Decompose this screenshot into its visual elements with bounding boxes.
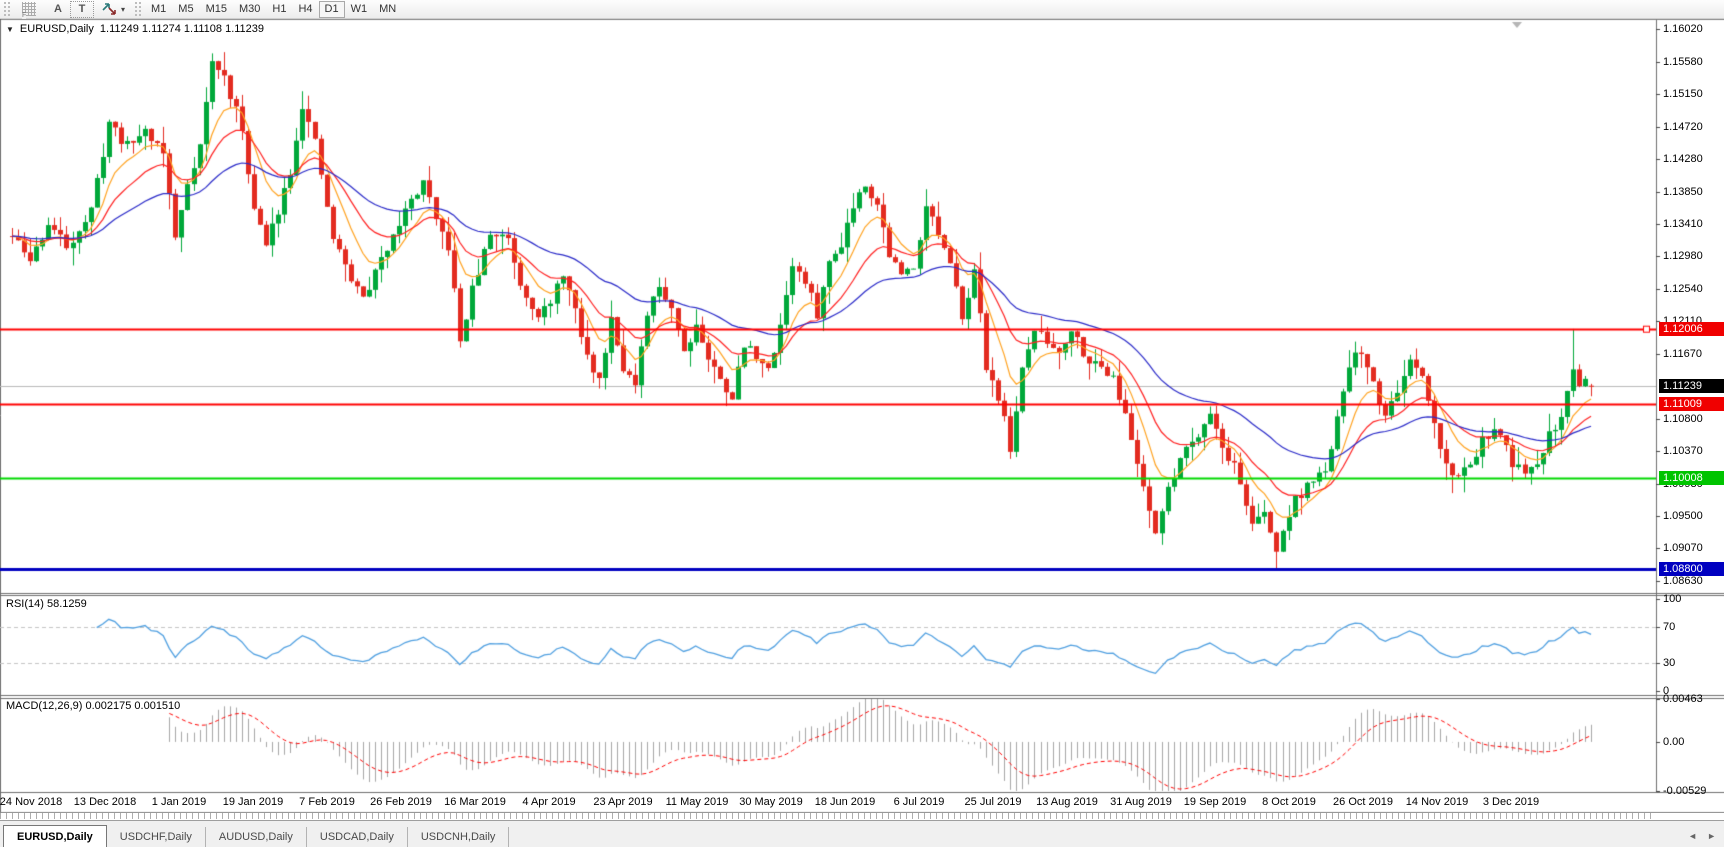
timeframe-button-w1[interactable]: W1 [345,1,374,18]
timeframe-button-m1[interactable]: M1 [145,1,172,18]
rsi-indicator-label: RSI(14) 58.1259 [6,598,87,610]
chart-symbol-period: EURUSD,Daily [19,23,94,35]
price-tick-label: 1.12980 [1663,250,1703,263]
price-level-badge: 1.11009 [1659,396,1724,411]
timeframe-button-h1[interactable]: H1 [266,1,292,18]
chart-tabs: EURUSD,Daily USDCHF,Daily AUDUSD,Daily USDC… [3,825,510,847]
macd-tick-label: -0.00529 [1663,785,1707,797]
timeframe-button-mn[interactable]: MN [373,1,402,18]
grid-f-icon: F [22,2,36,19]
price-tick-label: 1.10370 [1663,445,1703,458]
price-tick-label: 1.13410 [1663,218,1703,231]
price-tick-label: 1.11670 [1663,348,1702,361]
date-tick-label: 19 Sep 2019 [1183,796,1247,808]
price-tick-label: 1.15580 [1663,56,1703,69]
shapes-arrows-icon [102,3,116,15]
chart-tab-audusd[interactable]: AUDUSD,Daily [206,827,307,847]
chart-title: ▼ EURUSD,Daily 1.11249 1.11274 1.11108 1… [6,23,264,35]
timeframe-button-m5[interactable]: M5 [172,1,199,18]
chart-tab-usdcad[interactable]: USDCAD,Daily [307,827,408,847]
date-tick-label: 23 Apr 2019 [593,796,653,808]
grid-f-button[interactable]: F [14,1,46,19]
timeframe-button-h4[interactable]: H4 [292,1,318,18]
date-tick-label: 11 May 2019 [665,796,729,808]
price-tick-label: 1.10800 [1663,413,1703,426]
text-box-button[interactable]: T [70,0,94,18]
price-level-badge: 1.10008 [1659,471,1724,486]
timeframe-button-group: M1 M5 M15 M30 H1 H4 D1 W1 MN [145,0,402,18]
date-tick-label: 4 Apr 2019 [522,796,576,808]
date-tick-label: 13 Dec 2018 [73,796,137,808]
toolbar-grip[interactable] [4,2,10,16]
price-tick-label: 1.09500 [1663,510,1703,523]
date-tick-label: 3 Dec 2019 [1482,796,1540,808]
tab-scroll-buttons: ◄ ► [1688,831,1716,841]
time-tick-strip[interactable] [0,813,1656,819]
chart-tab-usdchf[interactable]: USDCHF,Daily [107,827,206,847]
shapes-button[interactable]: ▾ [94,1,131,18]
timeframe-button-m15[interactable]: M15 [200,1,233,18]
chart-tab-usdcnh[interactable]: USDCNH,Daily [408,827,510,847]
price-level-badge: 1.08800 [1659,561,1724,576]
price-tick-label: 1.15150 [1663,88,1703,101]
tab-scroll-right-button[interactable]: ► [1707,831,1716,841]
price-tick-label: 1.08630 [1663,575,1703,588]
date-tick-label: 16 Mar 2019 [444,796,506,808]
chart-canvas[interactable] [0,19,1724,813]
tab-scroll-left-button[interactable]: ◄ [1688,831,1697,841]
price-tick-label: 1.14720 [1663,120,1703,133]
macd-tick-label: 0.00 [1663,735,1685,748]
price-tick-label: 1.16020 [1663,23,1703,36]
date-tick-label: 1 Jan 2019 [151,796,207,808]
toolbar-grip-2[interactable] [135,2,142,16]
date-tick-label: 26 Feb 2019 [370,796,432,808]
chart-expander-icon[interactable]: ▼ [6,25,14,34]
price-tick-label: 1.09070 [1663,542,1703,555]
rsi-tick-label: 70 [1663,620,1676,633]
chart-ohlc-values: 1.11249 1.11274 1.11108 1.11239 [99,23,265,35]
date-tick-label: 14 Nov 2019 [1405,796,1469,808]
date-tick-label: 31 Aug 2019 [1110,796,1172,808]
date-tick-label: 13 Aug 2019 [1036,796,1098,808]
price-level-badge: 1.11239 [1659,379,1724,394]
date-tick-label: 6 Jul 2019 [893,796,945,808]
date-tick-label: 30 May 2019 [739,796,803,808]
chart-tab-eurusd[interactable]: EURUSD,Daily [3,825,107,847]
timeframe-button-d1[interactable]: D1 [318,0,345,18]
price-tick-label: 1.14280 [1663,153,1703,166]
macd-indicator-label: MACD(12,26,9) 0.002175 0.001510 [6,700,181,712]
macd-tick-label: 0.00463 [1663,693,1703,705]
date-tick-label: 8 Oct 2019 [1262,796,1316,808]
date-tick-label: 26 Oct 2019 [1333,796,1393,808]
price-tick-label: 1.12540 [1663,283,1703,296]
top-toolbar: F A T ▾ M1 M5 M15 M30 H1 H4 D1 W1 MN [0,0,1724,19]
metatrader-window: { "toolbar": { "grid_f_label": "F", "tex… [0,0,1724,847]
rsi-tick-label: 30 [1663,657,1676,670]
timeframe-button-m30[interactable]: M30 [233,1,266,18]
date-tick-label: 19 Jan 2019 [222,796,284,808]
date-tick-label: 24 Nov 2018 [0,796,63,808]
chevron-down-icon: ▾ [121,4,126,14]
chart-window: ▼ EURUSD,Daily 1.11249 1.11274 1.11108 1… [0,19,1724,813]
chart-tab-bar: EURUSD,Daily USDCHF,Daily AUDUSD,Daily USDC… [0,820,1724,847]
price-level-badge: 1.12006 [1659,322,1724,337]
date-tick-label: 18 Jun 2019 [814,796,876,808]
text-label-button[interactable]: A [46,1,70,18]
date-tick-label: 7 Feb 2019 [299,796,355,808]
date-tick-label: 25 Jul 2019 [964,796,1022,808]
rsi-tick-label: 100 [1663,593,1682,605]
price-tick-label: 1.13850 [1663,185,1703,198]
